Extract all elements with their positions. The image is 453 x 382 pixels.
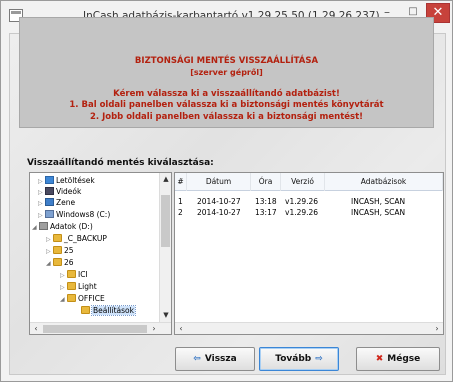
backup-list[interactable]: # Dátum Óra Verzió Adatbázisok 1 2014-10… <box>174 172 444 335</box>
cell-date: 2014-10-27 <box>197 208 241 217</box>
tree-item[interactable]: ▷ Videók <box>38 186 81 197</box>
tree-item-label: Adatok (D:) <box>50 222 93 231</box>
tree-item-label: Windows8 (C:) <box>56 210 111 219</box>
folder-icon <box>53 234 62 242</box>
cancel-x-icon: ✖ <box>375 354 384 364</box>
cell-time: 13:18 <box>255 197 277 206</box>
column-header-time[interactable]: Óra <box>251 173 281 191</box>
selection-label: Visszaállítandó mentés kiválasztása: <box>27 158 214 168</box>
music-folder-icon <box>45 198 54 206</box>
tree-item-label: Zene <box>56 198 76 207</box>
scroll-left-icon[interactable]: ‹ <box>175 323 187 334</box>
folder-icon <box>67 294 76 302</box>
tree-vertical-scrollbar[interactable]: ▲ ▼ <box>159 173 171 324</box>
column-header-index[interactable]: # <box>175 173 187 191</box>
main-window: InCash adatbázis-karbantartó v1.29.25.50… <box>0 0 453 382</box>
drive-icon <box>39 222 48 230</box>
tree-item-label: 26 <box>64 258 74 267</box>
folder-icon <box>53 258 62 266</box>
scroll-thumb[interactable] <box>43 325 147 333</box>
tree-item[interactable]: ▷ Zene <box>38 197 75 208</box>
cell-index: 2 <box>178 208 183 217</box>
tree-item-label: ICI <box>78 270 88 279</box>
folder-tree[interactable]: ▷ Letöltések ▷ Videók ▷ Zene ▷ Windows8 (C:)… <box>29 172 172 335</box>
banner-heading: BIZTONSÁGI MENTÉS VISSZAÁLLÍTÁSA <box>134 56 319 66</box>
table-row[interactable]: 2 2014-10-27 13:17 v1.29.26 INCASH, SCAN <box>175 208 443 218</box>
expand-icon[interactable]: ▷ <box>38 210 45 221</box>
back-arrow-icon: ⇦ <box>193 354 201 364</box>
back-button[interactable]: ⇦ Vissza <box>175 347 255 371</box>
banner-instruction-2: 1. Bal oldali panelben válassza ki a biz… <box>69 100 384 110</box>
download-folder-icon <box>45 176 54 184</box>
tree-item[interactable]: ▷ Letöltések <box>38 175 95 186</box>
cell-time: 13:17 <box>255 208 277 217</box>
cell-version: v1.29.26 <box>285 197 319 206</box>
scroll-right-icon[interactable]: › <box>148 323 160 334</box>
expand-icon[interactable]: ▷ <box>38 198 45 209</box>
folder-icon <box>81 306 90 314</box>
list-horizontal-scrollbar[interactable]: ‹ › <box>175 322 443 334</box>
banner-subheading: [szerver gépről] <box>190 68 263 77</box>
tree-item-label: Letöltések <box>56 176 95 185</box>
cancel-button-label: Mégse <box>387 354 421 364</box>
tree-item[interactable]: ◢ OFFICE <box>60 293 105 304</box>
banner-instruction-1: Kérem válassza ki a visszaállítandó adat… <box>113 89 340 99</box>
folder-icon <box>53 246 62 254</box>
collapse-icon[interactable]: ◢ <box>46 258 53 269</box>
tree-item-label: Videók <box>56 187 82 196</box>
collapse-icon[interactable]: ◢ <box>60 294 67 305</box>
back-button-label: Vissza <box>204 354 237 364</box>
cell-databases: INCASH, SCAN <box>351 197 406 206</box>
column-header-version[interactable]: Verzió <box>281 173 325 191</box>
next-arrow-icon: ⇨ <box>315 354 323 364</box>
scroll-right-icon[interactable]: › <box>431 323 443 334</box>
tree-item[interactable]: ▷ 25 <box>46 245 74 256</box>
tree-item[interactable]: ▷ _C_BACKUP <box>46 233 107 244</box>
drive-icon <box>45 210 54 218</box>
folder-icon <box>67 270 76 278</box>
collapse-icon[interactable]: ◢ <box>32 222 39 233</box>
next-button[interactable]: Tovább ⇨ <box>259 347 339 371</box>
tree-item-label: OFFICE <box>78 294 105 303</box>
tree-item-label: Light <box>78 282 97 291</box>
tree-item-label: Beállítások <box>91 305 136 316</box>
folder-icon <box>67 282 76 290</box>
list-header: # Dátum Óra Verzió Adatbázisok <box>175 173 443 191</box>
tree-horizontal-scrollbar[interactable]: ‹ › <box>30 322 171 334</box>
tree-item[interactable]: ▷ ICI <box>60 269 88 280</box>
cell-databases: INCASH, SCAN <box>351 208 406 217</box>
banner-instruction-3: 2. Jobb oldali panelben válassza ki a bi… <box>89 112 364 122</box>
expand-icon[interactable]: ▷ <box>46 246 53 257</box>
column-header-databases[interactable]: Adatbázisok <box>325 173 443 191</box>
cell-index: 1 <box>178 197 183 206</box>
scroll-thumb[interactable] <box>161 195 170 247</box>
tree-item[interactable]: ◢ Adatok (D:) <box>32 221 93 232</box>
tree-item-label: _C_BACKUP <box>64 234 107 243</box>
tree-item[interactable]: ▷ Light <box>60 281 97 292</box>
cancel-button[interactable]: ✖ Mégse <box>356 347 440 371</box>
column-header-date[interactable]: Dátum <box>187 173 251 191</box>
cell-version: v1.29.26 <box>285 208 319 217</box>
tree-item[interactable]: ▷ Windows8 (C:) <box>38 209 110 220</box>
scroll-left-icon[interactable]: ‹ <box>30 323 42 334</box>
tree-item-selected[interactable]: Beállítások <box>74 305 136 316</box>
expand-icon[interactable]: ▷ <box>60 282 67 293</box>
instructions-banner: BIZTONSÁGI MENTÉS VISSZAÁLLÍTÁSA [szerve… <box>19 17 434 128</box>
scroll-up-icon[interactable]: ▲ <box>160 175 171 183</box>
tree-item[interactable]: ◢ 26 <box>46 257 74 268</box>
videos-folder-icon <box>45 187 54 195</box>
table-row[interactable]: 1 2014-10-27 13:18 v1.29.26 INCASH, SCAN <box>175 197 443 207</box>
next-button-label: Tovább <box>275 354 312 364</box>
tree-item-label: 25 <box>64 246 74 255</box>
expand-icon[interactable]: ▷ <box>46 234 53 245</box>
scroll-down-icon[interactable]: ▼ <box>160 311 171 319</box>
expand-icon[interactable]: ▷ <box>60 270 67 281</box>
cell-date: 2014-10-27 <box>197 197 241 206</box>
